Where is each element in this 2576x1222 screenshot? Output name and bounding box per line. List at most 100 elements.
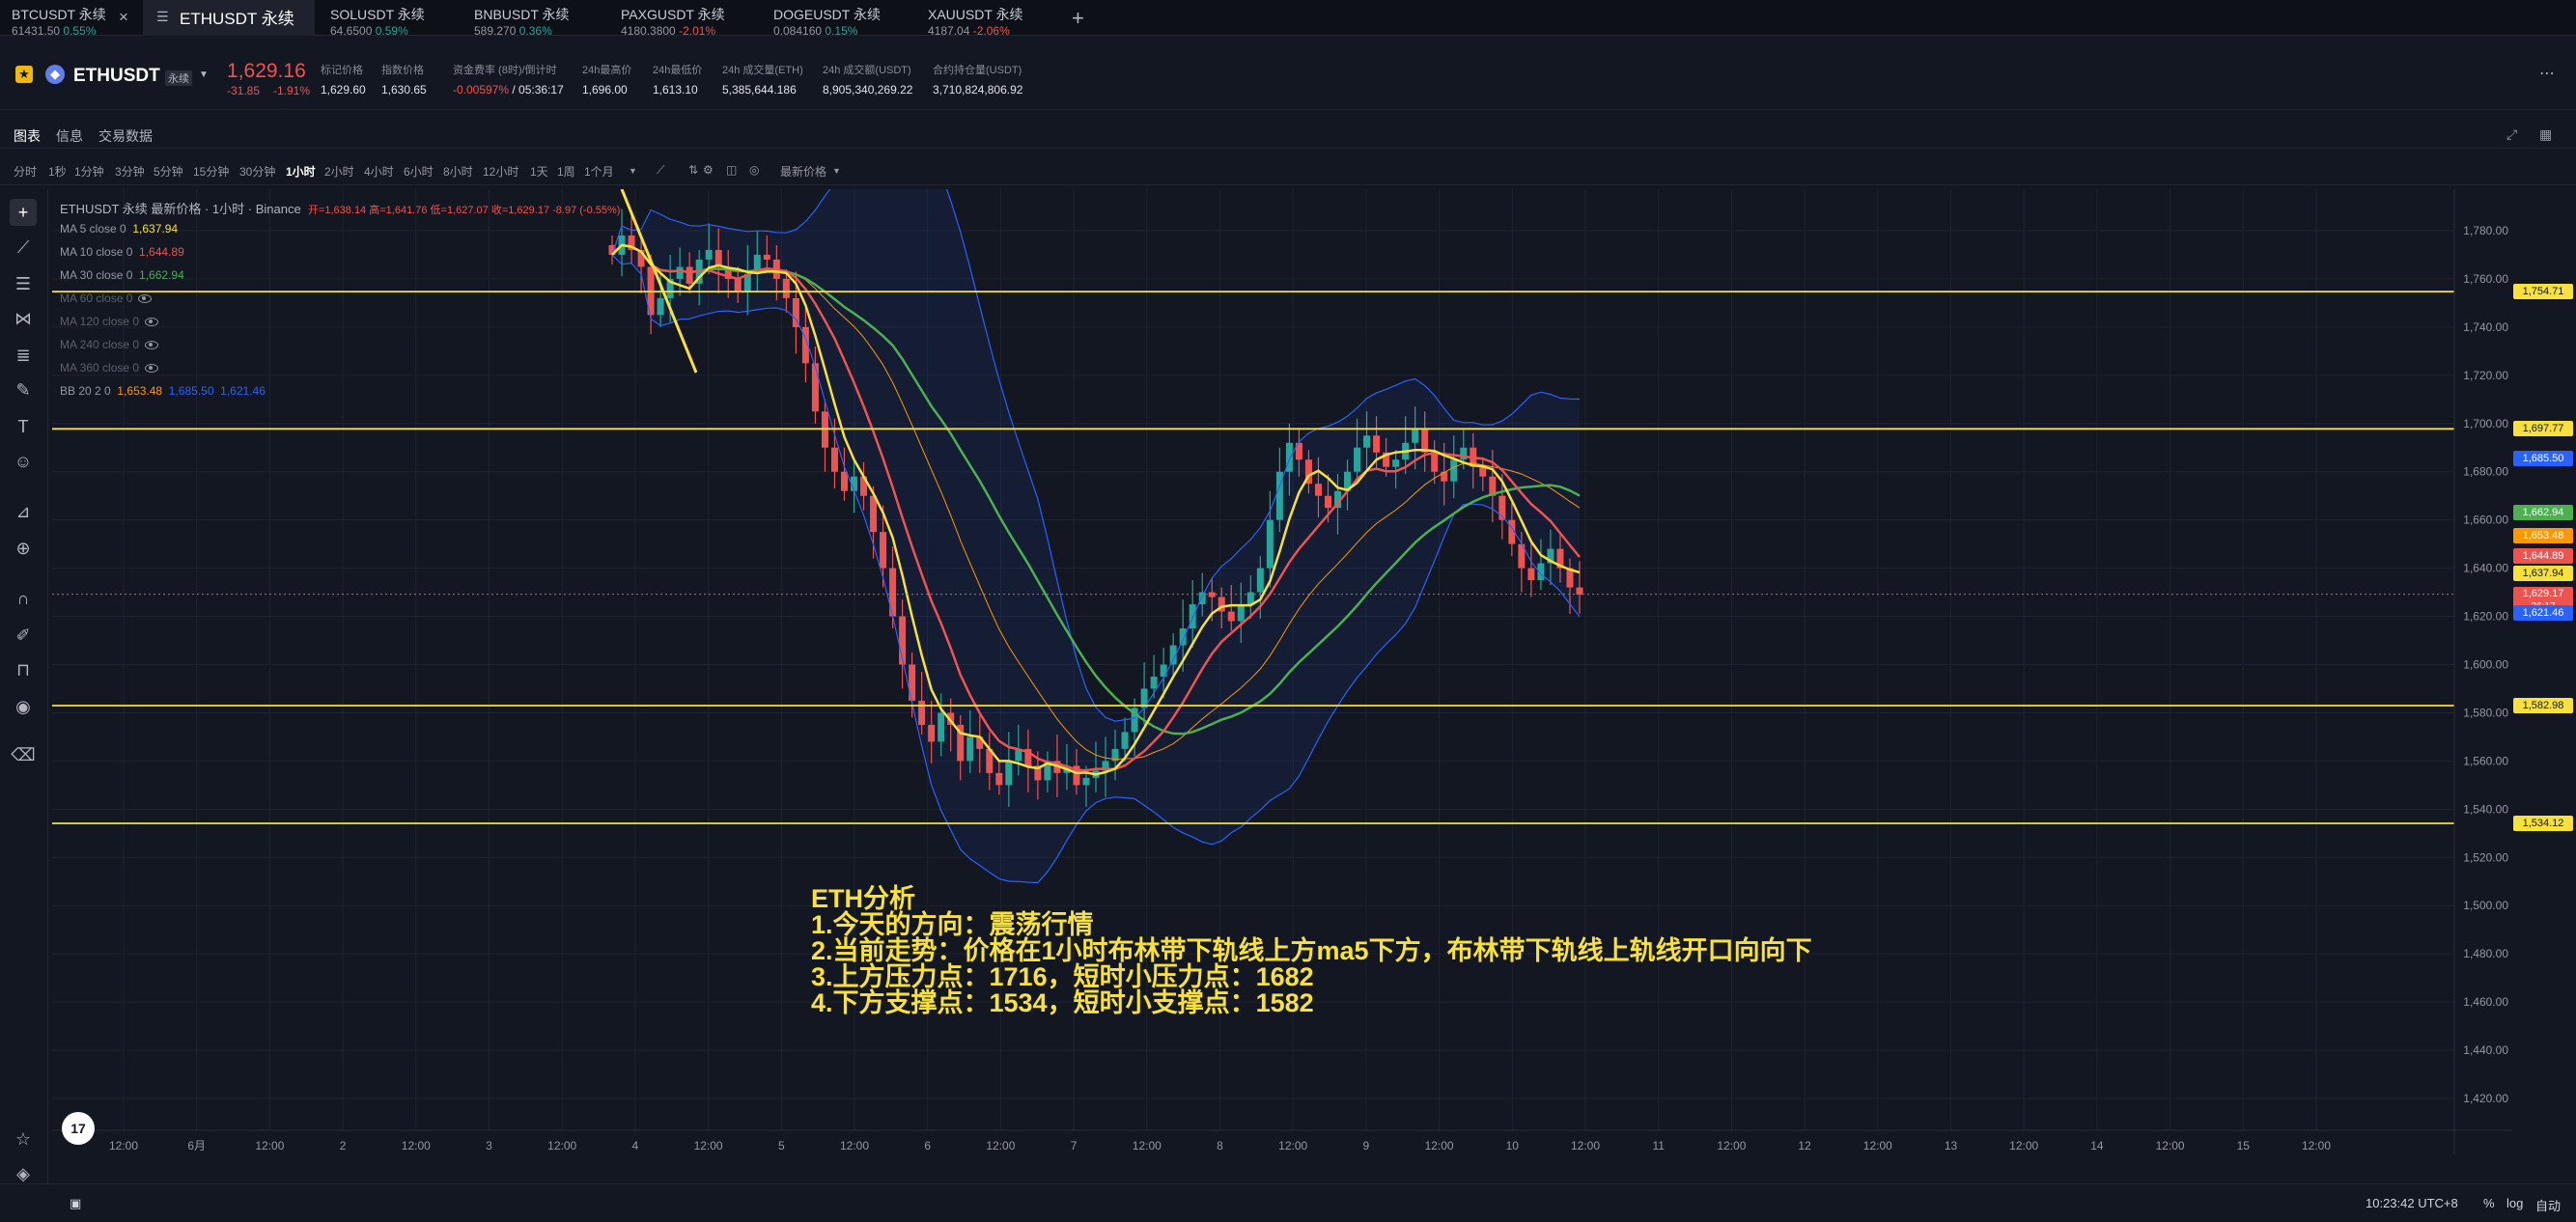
zoom-in-icon[interactable]: ⊕ [10, 535, 37, 562]
candle-body [840, 471, 848, 491]
tab-change: 0.55% [63, 24, 97, 38]
more-icon[interactable]: ⋯ [2539, 64, 2555, 83]
brush-icon[interactable]: ✎ [10, 376, 37, 403]
timeframe-item[interactable]: 6小时 [404, 163, 434, 180]
calendar-icon[interactable]: ▣ [70, 1196, 81, 1211]
log-toggle[interactable]: log [2506, 1196, 2523, 1210]
reset-icon[interactable]: ◎ [749, 163, 759, 177]
tab-ethusdt[interactable]: ☰ ETHUSDT 永续 [143, 0, 315, 36]
crosshair-icon[interactable]: + [10, 199, 37, 226]
grid-layout-icon[interactable]: ▦ [2539, 126, 2552, 143]
legend-ma30[interactable]: MA 30 close 0 1,662.94 [60, 268, 620, 292]
stat-value: 1,630.65 [381, 83, 427, 97]
subtab-chart[interactable]: 图表 [14, 126, 41, 146]
ticker-header: ★ ◆ ETHUSDT 永续 ▼ 1,629.16 -31.85 -1.91% … [0, 37, 2576, 110]
eye-icon[interactable] [138, 294, 153, 304]
subtab-info[interactable]: 信息 [56, 126, 83, 146]
favorite-star-icon[interactable]: ☆ [10, 1125, 37, 1153]
settings-icon[interactable]: ⚙ [703, 163, 714, 177]
chevron-down-icon[interactable]: ▼ [629, 166, 637, 176]
stat-index-price: 指数价格 1,630.65 [381, 62, 427, 97]
compare-icon[interactable]: ⇅ [688, 163, 698, 177]
timeframe-item[interactable]: 2小时 [324, 163, 354, 180]
legend-ma60[interactable]: MA 60 close 0 [60, 292, 620, 315]
star-icon[interactable]: ★ [15, 66, 33, 83]
tab-dogeusdt[interactable]: DOGEUSDT 永续 0.084160 0.15% [762, 0, 888, 38]
header-symbol[interactable]: ETHUSDT [73, 66, 160, 87]
trash-icon[interactable]: ⌫ [10, 741, 37, 768]
ruler-icon[interactable]: ⊿ [10, 498, 37, 525]
y-tick-label: 1,780.00 [2463, 224, 2508, 237]
bb-label: BB 20 2 0 [60, 384, 111, 398]
timeframe-item[interactable]: 1分钟 [74, 163, 104, 180]
stat-24h-low: 24h最低价 1,613.10 [653, 62, 702, 97]
chart-legend: ETHUSDT 永续 最新价格 · 1小时 · Binance 开=1,638.… [60, 199, 620, 407]
auto-toggle[interactable]: 自动 [2535, 1196, 2561, 1214]
candle-body [870, 495, 878, 533]
eye-icon[interactable] [145, 341, 159, 350]
eye-icon[interactable]: ◉ [10, 693, 37, 720]
x-tick-label: 12:00 [1717, 1139, 1746, 1153]
tradingview-logo-icon[interactable]: 17 [62, 1112, 95, 1145]
tab-solusdt[interactable]: SOLUSDT 永续 64.6500 0.59% [319, 0, 433, 38]
tab-paxgusdt[interactable]: PAXGUSDT 永续 4180.3800 -2.01% [609, 0, 733, 38]
tab-bnbusdt[interactable]: BNBUSDT 永续 589.270 0.36% [462, 0, 577, 38]
timeframe-item[interactable]: 8小时 [443, 163, 473, 180]
expand-icon[interactable]: ⤢ [2506, 126, 2517, 143]
horizontal-lines-icon[interactable]: ☰ [10, 270, 37, 297]
ma-label: MA 10 close 0 [60, 245, 133, 259]
timeframe-item[interactable]: 5分钟 [154, 163, 183, 180]
timeframe-item[interactable]: 分时 [14, 163, 37, 180]
timeframe-item[interactable]: 30分钟 [239, 163, 275, 180]
candle-body [1527, 568, 1535, 581]
pencil-lock-icon[interactable]: ✐ [10, 622, 37, 649]
timeframe-item[interactable]: 1周 [557, 163, 575, 180]
percent-toggle[interactable]: % [2483, 1196, 2495, 1210]
indicator-icon[interactable]: ⟋ [657, 163, 664, 178]
timeframe-item[interactable]: 1天 [530, 163, 548, 180]
timeframe-item[interactable]: 15分钟 [193, 163, 229, 180]
legend-ma5[interactable]: MA 5 close 0 1,637.94 [60, 222, 620, 245]
timeframe-item[interactable]: 12小时 [483, 163, 518, 180]
x-tick-label: 6 [924, 1139, 931, 1153]
timeframe-item[interactable]: 1秒 [48, 163, 67, 180]
legend-ma120[interactable]: MA 120 close 0 [60, 315, 620, 338]
timeframe-item[interactable]: 1个月 [584, 163, 614, 180]
candle-body [1256, 568, 1264, 593]
legend-ma10[interactable]: MA 10 close 0 1,644.89 [60, 245, 620, 268]
emoji-icon[interactable]: ☺ [10, 448, 37, 475]
x-tick-label: 12 [1798, 1139, 1811, 1153]
price-tag: 1,644.89 [2513, 548, 2573, 565]
stat-mark-price: 标记价格 1,629.60 [321, 62, 366, 97]
legend-bb[interactable]: BB 20 2 0 1,653.48 1,685.50 1,621.46 [60, 384, 620, 407]
fib-icon[interactable]: ≣ [10, 342, 37, 369]
legend-ma360[interactable]: MA 360 close 0 [60, 361, 620, 384]
price-type-select[interactable]: 最新价格 [780, 163, 826, 180]
legend-ma240[interactable]: MA 240 close 0 [60, 338, 620, 361]
timeframe-item-active[interactable]: 1小时 [286, 163, 316, 180]
add-tab-icon[interactable]: + [1072, 6, 1084, 31]
timeframe-item[interactable]: 3分钟 [115, 163, 145, 180]
timeframe-item[interactable]: 4小时 [364, 163, 394, 180]
chevron-down-icon[interactable]: ▼ [199, 69, 209, 80]
trendline-icon[interactable]: ⟋ [10, 234, 37, 261]
candle-body [995, 772, 1003, 786]
analysis-line: 3.上方压力点：1716，短时小压力点：1682 [811, 962, 1314, 991]
eye-icon[interactable] [145, 318, 159, 327]
clock-time[interactable]: 10:23:42 UTC+8 [2366, 1196, 2458, 1210]
pattern-icon[interactable]: ⋈ [10, 305, 37, 332]
magnet-icon[interactable]: ∩ [10, 585, 37, 612]
eye-icon[interactable] [145, 364, 159, 374]
camera-icon[interactable]: ◫ [726, 163, 737, 177]
lock-icon[interactable]: ⊓ [10, 656, 37, 683]
text-icon[interactable]: T [10, 413, 37, 440]
candle-body [918, 700, 926, 725]
ma-value: 1,662.94 [139, 268, 184, 282]
close-tab-icon[interactable]: × [119, 8, 128, 27]
bb-value: 1,685.50 [168, 384, 214, 398]
candle-body [909, 664, 916, 701]
tab-xauusdt[interactable]: XAUUSDT 永续 4187.04 -2.06% [916, 0, 1031, 38]
tab-btcusdt[interactable]: BTCUSDT 永续 61431.50 0.55% × [0, 0, 140, 38]
subtab-trading-data[interactable]: 交易数据 [98, 126, 153, 146]
chevron-down-icon[interactable]: ▼ [832, 166, 841, 176]
